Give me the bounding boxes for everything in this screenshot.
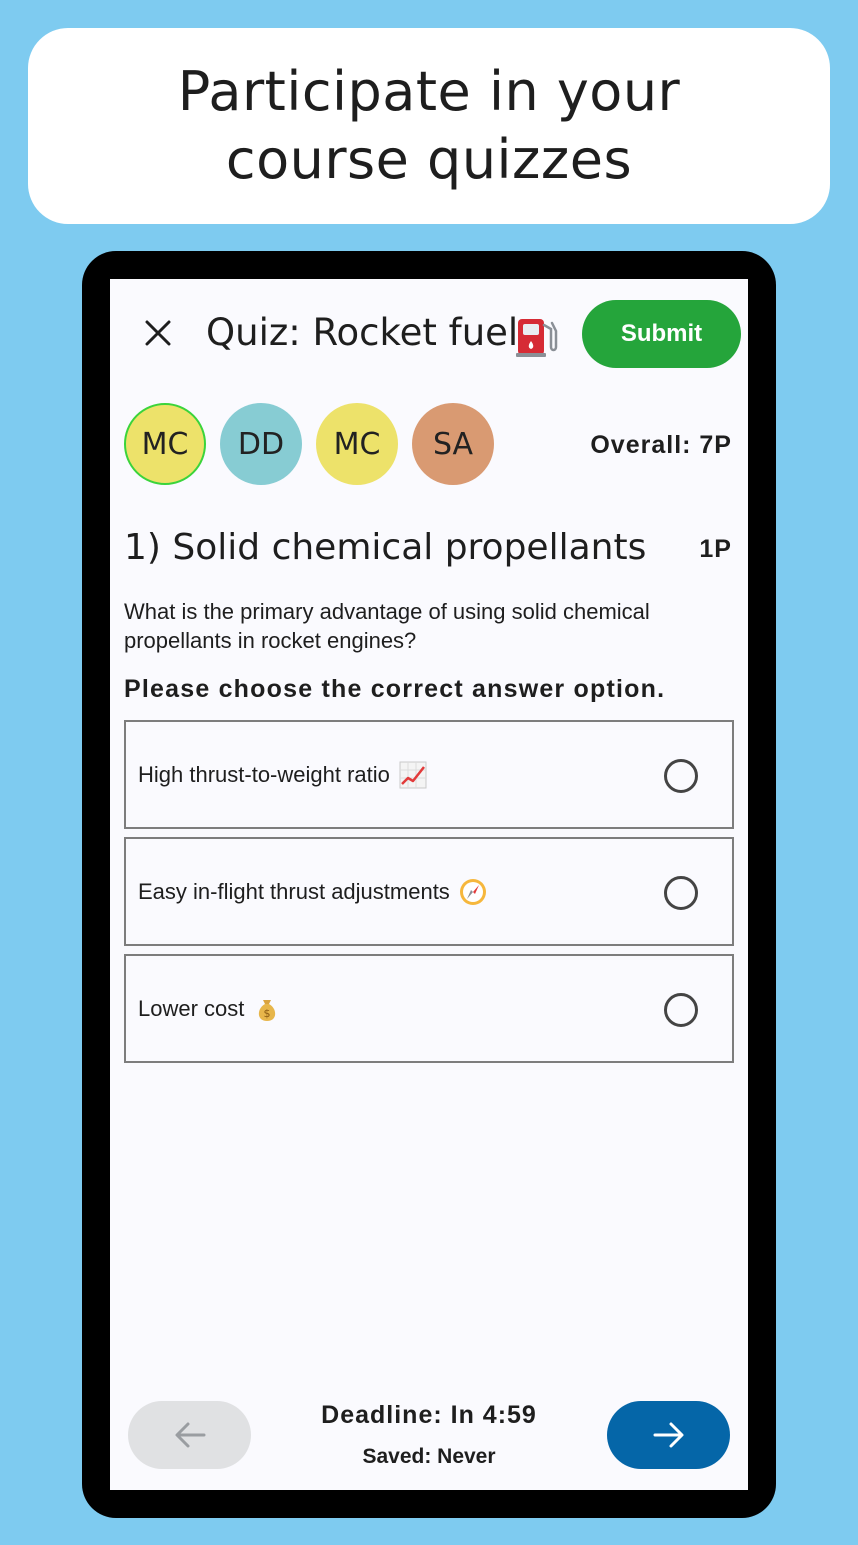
answer-option[interactable]: Lower cost $ (124, 954, 734, 1063)
participant-avatar[interactable]: DD (220, 403, 302, 485)
answer-option-label: Lower cost (138, 996, 245, 1021)
close-icon (145, 320, 171, 346)
quiz-screen: Quiz: Rocket fuels Submit MC DD MC SA Ov… (110, 279, 748, 1490)
answer-radio[interactable] (664, 993, 698, 1027)
quiz-title: Quiz: Rocket fuels (206, 311, 538, 354)
saved-status: Saved: Never (362, 1445, 496, 1468)
participant-avatar[interactable]: SA (412, 403, 494, 485)
answer-option-label: Easy in-flight thrust adjustments (138, 879, 450, 904)
arrow-left-icon (175, 1422, 205, 1448)
question-points: 1P (699, 535, 732, 563)
compass-icon (459, 879, 486, 905)
device-frame: Quiz: Rocket fuels Submit MC DD MC SA Ov… (82, 251, 776, 1518)
answer-option[interactable]: Easy in-flight thrust adjustments (124, 837, 734, 946)
question-text: What is the primary advantage of using s… (124, 599, 650, 653)
overall-points: Overall: 7P (590, 431, 732, 459)
answer-radio[interactable] (664, 876, 698, 910)
question-instruction: Please choose the correct answer option. (124, 675, 666, 703)
money-bag-icon: $ (259, 1000, 276, 1021)
arrow-right-icon (653, 1422, 683, 1448)
participant-avatar[interactable]: MC (124, 403, 206, 485)
question-title: 1) Solid chemical propellants (124, 527, 647, 568)
fuel-pump-icon (516, 319, 558, 357)
top-bar: Quiz: Rocket fuels Submit (110, 299, 748, 369)
answer-radio[interactable] (664, 759, 698, 793)
close-button[interactable] (138, 313, 178, 353)
svg-text:$: $ (264, 1007, 271, 1020)
previous-button[interactable] (128, 1401, 251, 1469)
answer-option-label: High thrust-to-weight ratio (138, 762, 390, 787)
deadline-text: Deadline: In 4:59 (321, 1401, 537, 1429)
next-button[interactable] (607, 1401, 730, 1469)
promo-banner: Participate in your course quizzes (28, 28, 830, 224)
promo-banner-text: Participate in your course quizzes (177, 60, 681, 191)
answer-option[interactable]: High thrust-to-weight ratio (124, 720, 734, 829)
participant-avatar[interactable]: MC (316, 403, 398, 485)
submit-button[interactable]: Submit (582, 300, 741, 368)
chart-increasing-icon (399, 761, 427, 789)
